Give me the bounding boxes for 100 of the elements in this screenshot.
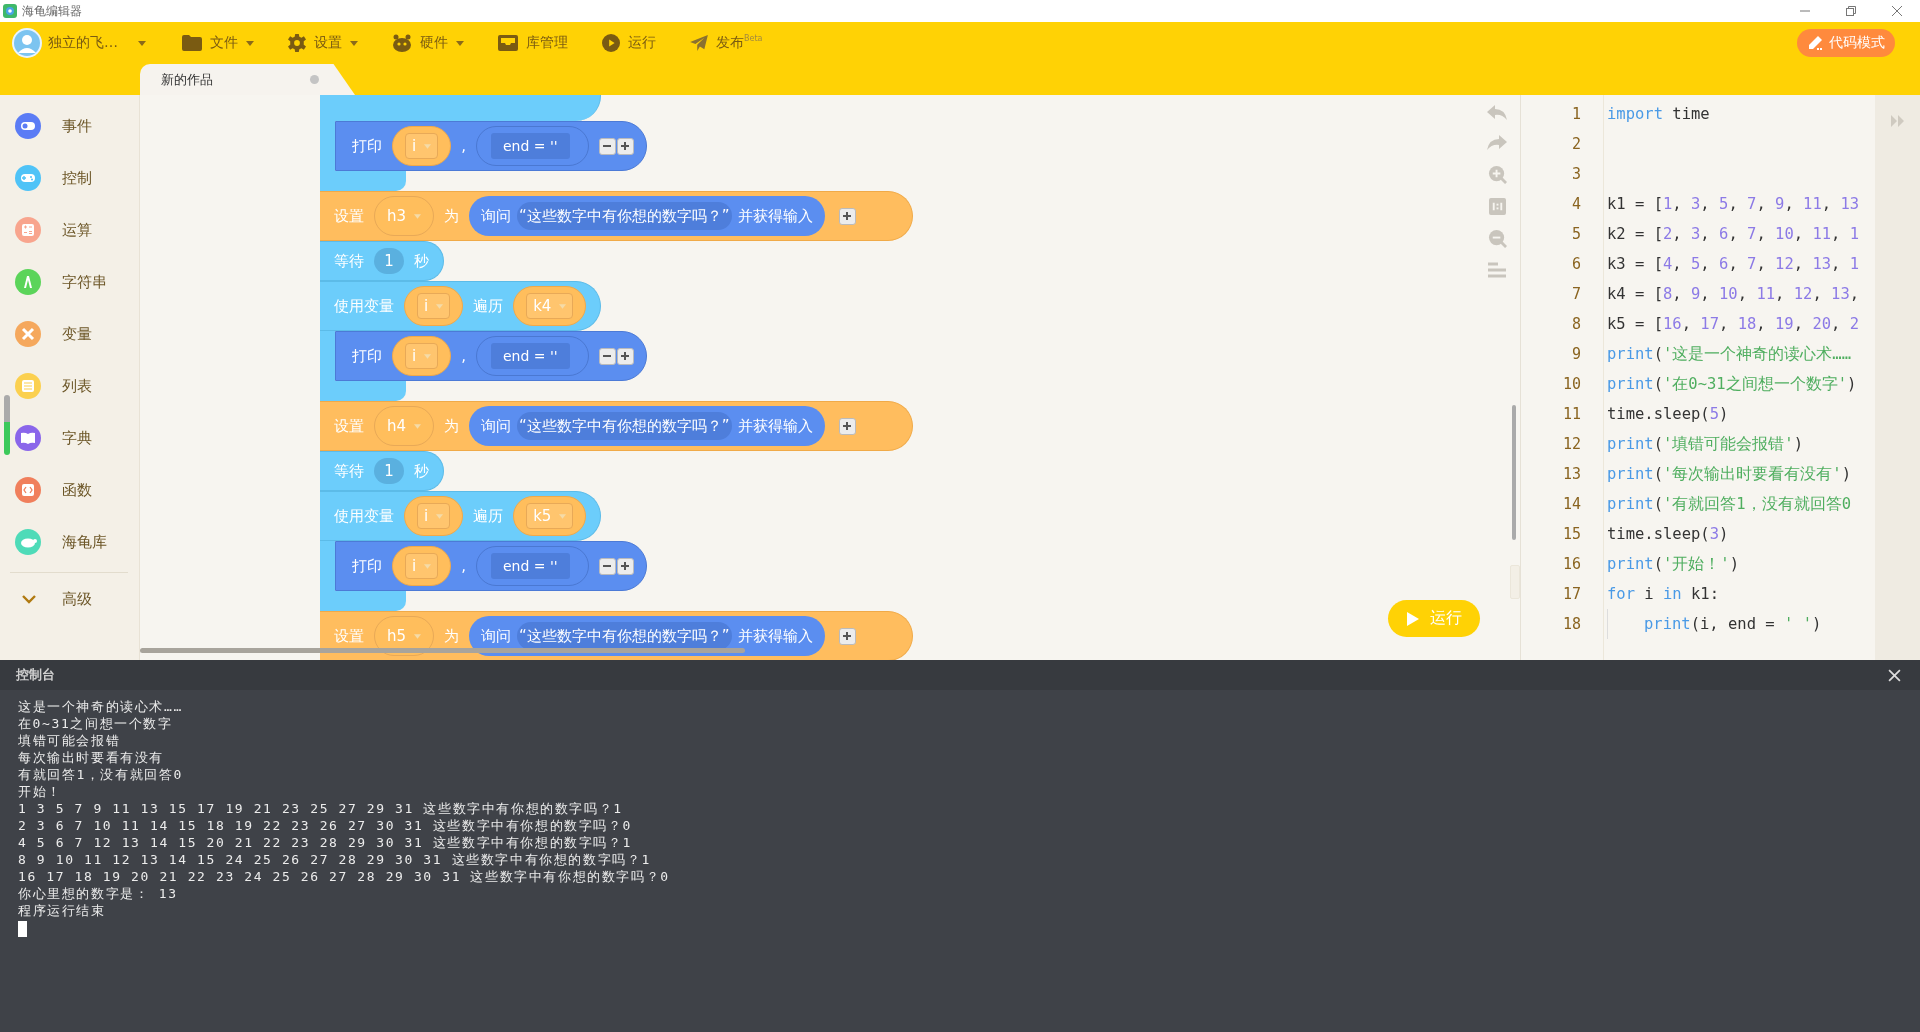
print-block[interactable]: 打印 i , end = '' (335, 541, 647, 591)
toolbar-menu[interactable]: 库管理 (498, 28, 568, 58)
add-argument-button[interactable] (838, 627, 856, 645)
print-block[interactable]: 打印 i , end = '' (335, 331, 647, 381)
number-field[interactable]: 1 (374, 458, 404, 484)
toolbar-menu[interactable]: 设置 (288, 28, 358, 58)
category-item[interactable]: 列表 (0, 360, 140, 412)
redo-icon[interactable] (1487, 135, 1507, 151)
file-tab[interactable]: 新的作品 (140, 64, 355, 95)
number-field[interactable]: 1 (374, 248, 404, 274)
category-item[interactable]: 字符串 (0, 256, 140, 308)
user-menu[interactable]: 独立的飞… (48, 28, 146, 58)
block-label: 询问 (481, 206, 512, 226)
block-label: 使用变量 (334, 506, 394, 526)
caret-icon (424, 353, 432, 359)
scrollbar[interactable] (140, 648, 745, 653)
line-number: 14 (1561, 495, 1581, 513)
toolbar-menu[interactable]: 运行 (602, 28, 656, 58)
argument-field[interactable]: end = '' (490, 343, 570, 369)
fit-screen-icon[interactable] (1488, 198, 1506, 215)
block-label: 设置 (334, 626, 364, 646)
line-number: 13 (1561, 465, 1581, 483)
undo-icon[interactable] (1487, 105, 1507, 121)
line-number: 1 (1570, 105, 1581, 123)
remove-argument-button[interactable] (598, 557, 616, 575)
double-chevron-icon[interactable] (1889, 113, 1906, 129)
block-label: 遍历 (473, 296, 504, 316)
add-argument-button[interactable] (838, 207, 856, 225)
plus-icon (620, 141, 631, 151)
caret-icon (414, 213, 422, 219)
block-label: 询问 (481, 416, 512, 436)
prompt-text-field[interactable]: “这些数字中有你想的数字吗？” (517, 202, 732, 230)
scrollbar[interactable] (1512, 405, 1516, 540)
robot-icon (392, 34, 412, 52)
ask-input-block[interactable]: 询问 “这些数字中有你想的数字吗？” 并获得输入 (469, 406, 825, 446)
category-item[interactable]: 函数 (0, 464, 140, 516)
caret-icon (414, 423, 422, 429)
align-icon[interactable] (1488, 262, 1506, 278)
close-button[interactable] (1886, 667, 1902, 683)
category-item[interactable]: 变量 (0, 308, 140, 360)
scrollbar[interactable] (4, 395, 10, 455)
avatar[interactable] (12, 28, 42, 58)
code-line: print('这是一个神奇的读心术…… (1607, 343, 1851, 365)
wait-block[interactable]: 等待 1 秒 (320, 241, 444, 281)
category-item[interactable]: 海龟库 (0, 516, 140, 568)
console-output-line: 开始！ (18, 783, 62, 800)
set-variable-block[interactable]: 设置 h3 为 询问 “这些数字中有你想的数字吗？” 并获得输入 (320, 191, 913, 241)
console-output-line: 每次输出时要看有没有 (18, 749, 164, 766)
prompt-text-field[interactable]: “这些数字中有你想的数字吗？” (517, 412, 732, 440)
console-output-line: 在0~31之间想一个数字 (18, 715, 173, 732)
set-variable-block[interactable]: 设置 h5 为 询问 “这些数字中有你想的数字吗？” 并获得输入 (320, 611, 913, 660)
caret-icon (414, 633, 422, 639)
code-line: k3 = [4, 5, 6, 7, 12, 13, 1 (1607, 255, 1860, 273)
zoom-in-icon[interactable] (1487, 165, 1507, 184)
toolbar-menu[interactable]: 硬件 (392, 28, 464, 58)
console-output-line: 这是一个神奇的读心术…… (18, 698, 183, 715)
prompt-text-field[interactable]: “这些数字中有你想的数字吗？” (517, 622, 732, 650)
line-number: 12 (1561, 435, 1581, 453)
plus-icon (842, 631, 853, 641)
block-label: 等待 (334, 251, 364, 271)
toolbar-menu[interactable]: 发布$^{Beta}$ (690, 28, 763, 58)
wait-block[interactable]: 等待 1 秒 (320, 451, 444, 491)
add-argument-button[interactable] (838, 417, 856, 435)
advanced-item[interactable]: 高级 (0, 573, 140, 625)
line-number: 11 (1561, 405, 1581, 423)
code-line: k5 = [16, 17, 18, 19, 20, 2 (1607, 315, 1860, 333)
code-mode-button[interactable]: 代码模式 (1797, 29, 1895, 57)
remove-argument-button[interactable] (598, 347, 616, 365)
block-label: 为 (444, 626, 460, 646)
add-argument-button[interactable] (616, 557, 634, 575)
category-item[interactable]: 运算 (0, 204, 140, 256)
zoom-out-icon[interactable] (1487, 229, 1507, 248)
paper-plane-icon (690, 35, 708, 51)
category-item[interactable]: 控制 (0, 152, 140, 204)
block-label: 为 (444, 416, 460, 436)
app-icon (3, 4, 17, 18)
console-output-line: 4 5 6 7 12 13 14 15 20 21 22 23 28 29 30 31 这些数字中有你想的数字吗？1 (18, 834, 632, 851)
restore-icon (1845, 5, 1857, 17)
line-number: 4 (1570, 195, 1581, 213)
caret-icon (350, 40, 358, 46)
loop-block[interactable] (320, 95, 601, 121)
tab-close-dot[interactable] (310, 75, 319, 84)
set-variable-block[interactable]: 设置 h4 为 询问 “这些数字中有你想的数字吗？” 并获得输入 (320, 401, 913, 451)
add-argument-button[interactable] (616, 137, 634, 155)
close-icon (1891, 5, 1903, 17)
line-number: 16 (1561, 555, 1581, 573)
remove-argument-button[interactable] (598, 137, 616, 155)
argument-field[interactable]: end = '' (490, 133, 570, 159)
print-block[interactable]: 打印 i , end = '' (335, 121, 647, 171)
argument-field[interactable]: end = '' (490, 553, 570, 579)
toolbar-menu[interactable]: 文件 (182, 28, 254, 58)
add-argument-button[interactable] (616, 347, 634, 365)
splitter-handle[interactable] (1510, 565, 1520, 599)
console-output-line: 2 3 6 7 10 11 14 15 18 19 22 23 26 27 30 31 这些数字中有你想的数字吗？0 (18, 817, 632, 834)
plus-icon (842, 421, 853, 431)
ask-input-block[interactable]: 询问 “这些数字中有你想的数字吗？” 并获得输入 (469, 196, 825, 236)
category-item[interactable]: 字典 (0, 412, 140, 464)
category-item[interactable]: 事件 (0, 100, 140, 152)
caret-icon (138, 40, 146, 46)
line-number: 3 (1570, 165, 1581, 183)
